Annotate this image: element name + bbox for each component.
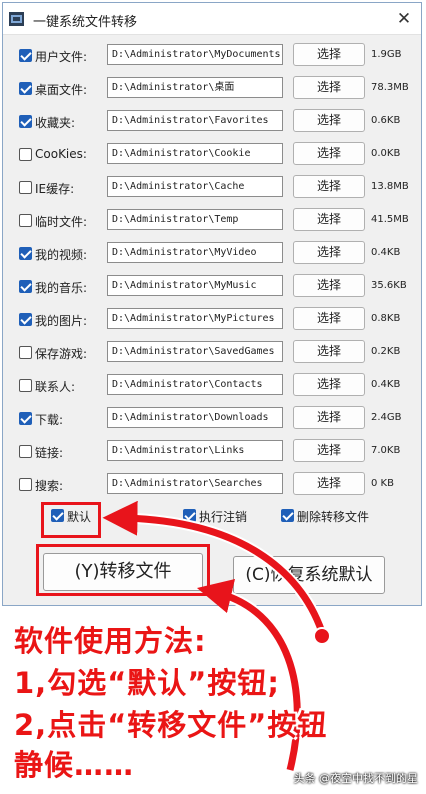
instruction-line-3: 2,点击“转移文件”按钮 bbox=[14, 708, 328, 742]
arrow-tail-dot bbox=[313, 627, 331, 645]
watermark: 头条 @夜空中找不到的星 bbox=[293, 772, 419, 785]
instruction-line-4: 静候…… bbox=[14, 748, 135, 782]
instruction-line-1: 软件使用方法: bbox=[14, 624, 207, 658]
instruction-line-2: 1,勾选“默认”按钮; bbox=[14, 666, 280, 700]
